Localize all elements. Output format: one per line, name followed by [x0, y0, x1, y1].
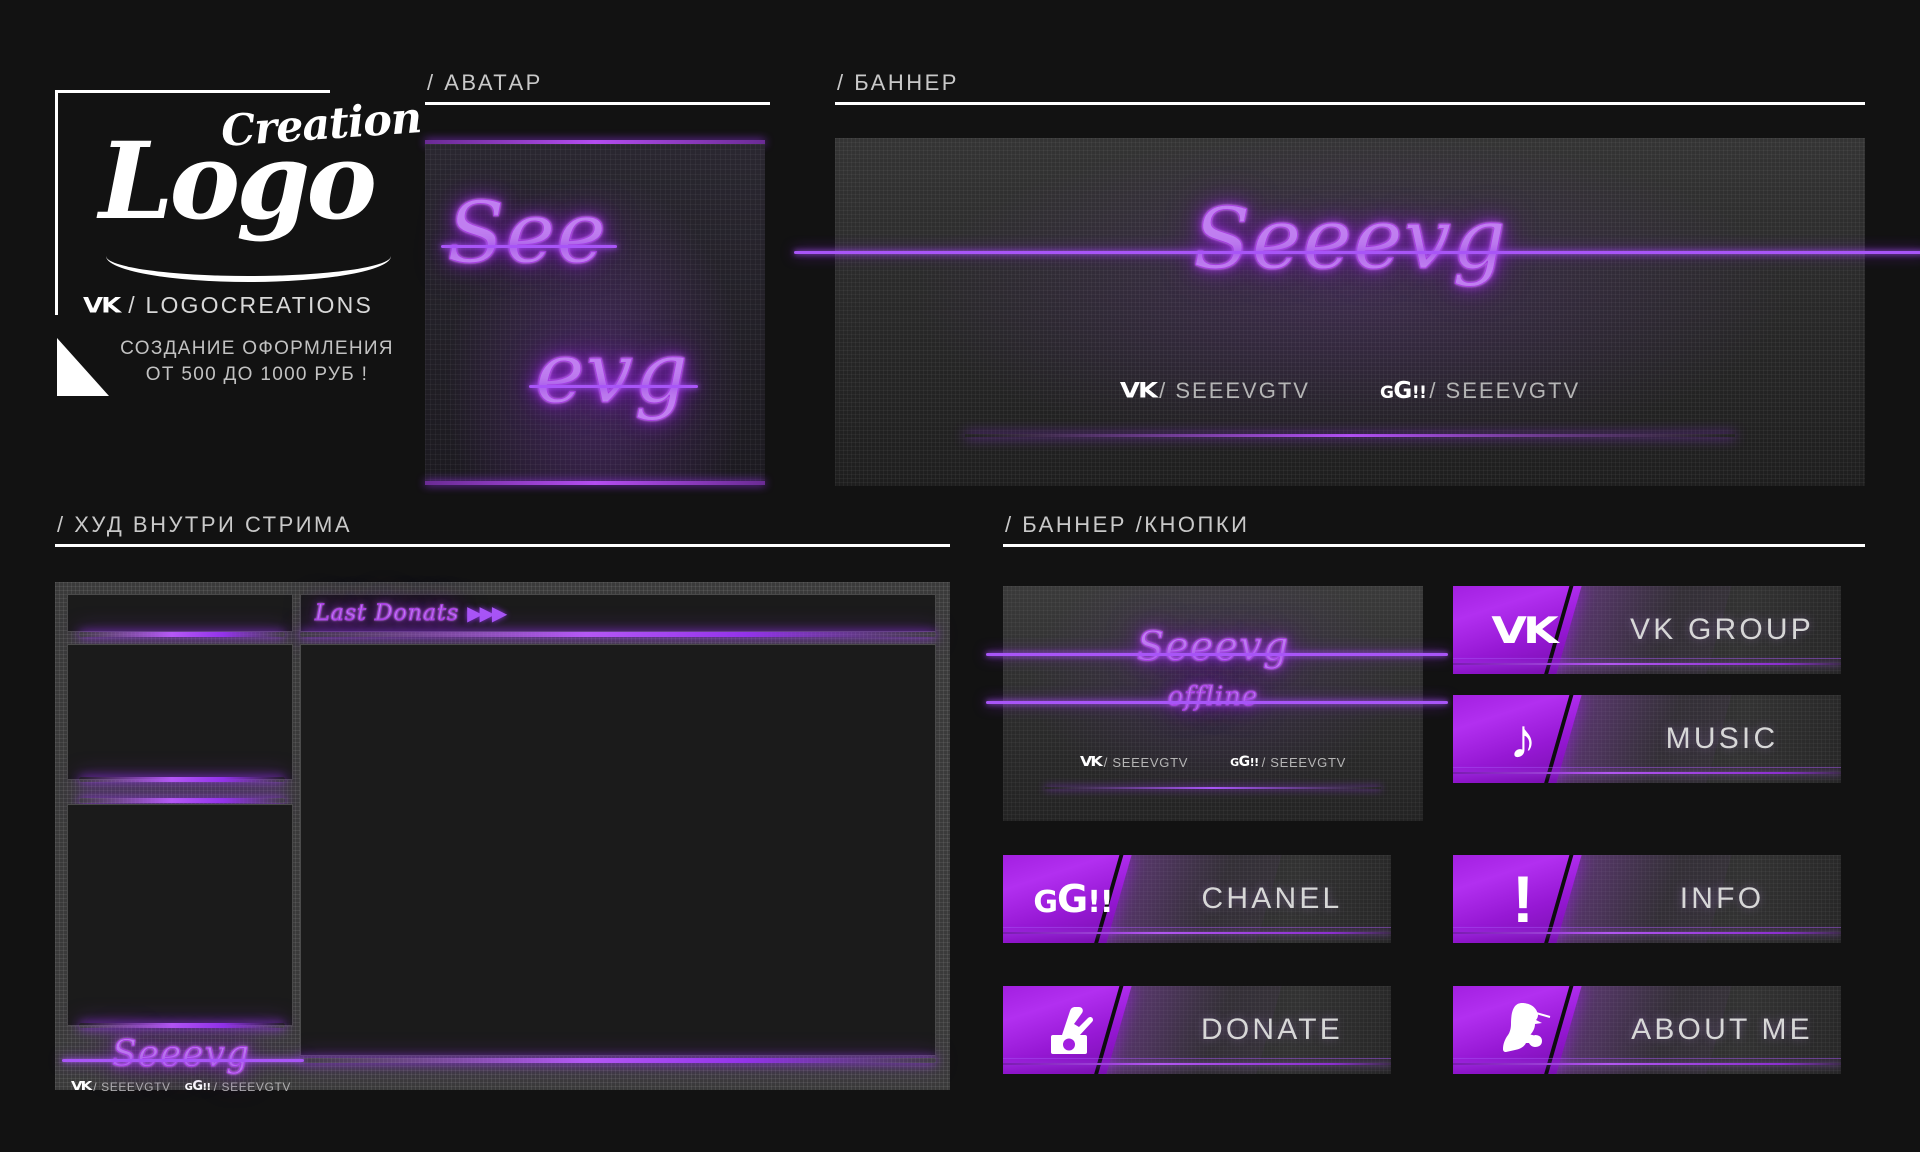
button-about-me[interactable]: ABOUT ME — [1453, 986, 1841, 1074]
button-vk-group[interactable]: VK VK GROUP — [1453, 586, 1841, 674]
section-rule-buttons — [1003, 544, 1865, 547]
offline-channel-name: Seeevg — [986, 624, 1449, 671]
vk-icon: VK — [1080, 753, 1103, 770]
button-label-chanel: CHANEL — [1201, 882, 1343, 915]
hud-chat-top-glow — [79, 798, 285, 803]
button-edge-thin — [1453, 767, 1841, 768]
button-edge-glow — [1453, 663, 1841, 665]
hud-last-donats-title: Last Donats — [314, 601, 460, 627]
hud-webcam-glow — [79, 777, 285, 782]
banner-underglow — [965, 434, 1735, 437]
logo-wordmark: Creation Logo — [71, 93, 423, 298]
price-line-1: СОЗДАНИЕ ОФОРМЛЕНИЯ — [120, 338, 394, 359]
design-showcase-canvas: Creation Logo VK / LOGOCREATIONS СОЗДАНИ… — [0, 0, 1920, 1152]
hud-topleft-glow — [79, 632, 285, 637]
banner-social-links: VK / SEEEVGTV GG!! / SEEEVGTV — [835, 378, 1865, 404]
section-header-banner: / БАННЕР — [835, 70, 1865, 105]
gg-icon: GG!! — [1379, 378, 1427, 404]
button-edge-thin — [1453, 1058, 1841, 1059]
brand-triangle-mark — [57, 338, 109, 396]
hud-gameplay-box — [300, 644, 936, 1056]
banner-gg-link[interactable]: GG!! / SEEEVGTV — [1380, 378, 1580, 404]
button-label-donate: DONATE — [1201, 1013, 1343, 1046]
avatar-name-line-2: evg — [528, 324, 699, 423]
button-edge-glow — [1453, 932, 1841, 934]
brand-vk-line: VK / LOGOCREATIONS — [83, 292, 373, 319]
hud-vk-link[interactable]: VK / SEEEVGTV — [71, 1079, 171, 1094]
section-label-buttons: / БАННЕР /КНОПКИ — [1005, 512, 1250, 537]
button-label-music: MUSIC — [1665, 722, 1779, 755]
avatar-preview: See evg — [425, 140, 765, 485]
offline-vk-handle: / SEEEVGTV — [1103, 754, 1189, 770]
section-label-hud: / ХУД ВНУТРИ СТРИМА — [57, 512, 353, 537]
button-edge-glow — [1453, 1063, 1841, 1065]
brand-price-text: СОЗДАНИЕ ОФОРМЛЕНИЯ ОТ 500 ДО 1000 РУБ ! — [117, 336, 397, 388]
banner-vk-link[interactable]: VK / SEEEVGTV — [1120, 378, 1310, 404]
hud-signature-links: VK / SEEEVGTV GG!! / SEEEVGTV — [71, 1079, 291, 1094]
hud-chat-bottom-glow — [79, 1023, 285, 1028]
hud-last-donats-bar: Last Donats ▶▶▶ — [300, 594, 936, 632]
avatar-inner-surface: See evg — [425, 144, 765, 481]
hud-vk-handle: / SEEEVGTV — [93, 1079, 171, 1094]
section-rule-avatar — [425, 102, 770, 105]
button-edge-glow — [1453, 772, 1841, 774]
fast-forward-icon: ▶▶▶ — [467, 603, 507, 625]
vk-icon: VK — [1119, 378, 1158, 404]
avatar-name-line-1: See — [440, 184, 617, 283]
section-header-hud: / ХУД ВНУТРИ СТРИМА — [55, 512, 950, 547]
section-rule-hud — [55, 544, 950, 547]
gg-icon: GG!! — [1230, 754, 1259, 770]
offline-underglow — [1045, 787, 1381, 789]
vk-icon: VK — [83, 293, 121, 318]
offline-social-links: VK / SEEEVGTV GG!! / SEEEVGTV — [1003, 754, 1423, 770]
button-edge-thin — [1003, 1058, 1391, 1059]
banner-preview: Seeevg VK / SEEEVGTV GG!! / SEEEVGTV — [793, 138, 1920, 486]
hud-topleft-box — [67, 594, 293, 632]
button-edge-glow — [1003, 1063, 1391, 1065]
logo-swoosh-underline — [106, 256, 391, 282]
brand-logo-block: Creation Logo VK / LOGOCREATIONS СОЗДАНИ… — [55, 80, 423, 410]
section-rule-banner — [835, 102, 1865, 105]
section-label-avatar: / АВАТАР — [427, 70, 543, 95]
button-edge-glow — [1003, 932, 1391, 934]
hud-last-donats-title-wrap: Last Donats ▶▶▶ — [314, 601, 507, 627]
offline-vk-link[interactable]: VK / SEEEVGTV — [1080, 754, 1188, 770]
hud-donats-glow — [300, 632, 936, 637]
button-label-about-me: ABOUT ME — [1631, 1013, 1813, 1046]
section-header-buttons: / БАННЕР /КНОПКИ — [1003, 512, 1865, 547]
offline-gg-handle: / SEEEVGTV — [1261, 754, 1346, 770]
offline-banner-preview: Seeevg offline VK / SEEEVGTV GG!! / SEEE… — [986, 586, 1449, 821]
button-edge-thin — [1453, 927, 1841, 928]
avatar-bottom-glow-bar — [425, 481, 765, 485]
button-music[interactable]: ♪ MUSIC — [1453, 695, 1841, 783]
hud-signature: Seeevg VK / SEEEVGTV GG!! / SEEEVGTV — [62, 1034, 305, 1094]
button-info[interactable]: ! INFO — [1453, 855, 1841, 943]
section-header-avatar: / АВАТАР — [425, 70, 770, 105]
hud-gg-handle: / SEEEVGTV — [213, 1079, 291, 1094]
banner-channel-name: Seeevg — [793, 190, 1920, 289]
button-label-info: INFO — [1679, 882, 1765, 915]
button-label-vk-group: VK GROUP — [1630, 613, 1814, 646]
button-edge-thin — [1003, 927, 1391, 928]
hud-webcam-box — [67, 644, 293, 780]
gg-icon: GG!! — [184, 1079, 212, 1094]
logo-logo-script: Logo — [99, 118, 377, 243]
vk-icon: VK — [71, 1078, 92, 1094]
hud-chat-box — [67, 804, 293, 1026]
section-label-banner: / БАННЕР — [837, 70, 959, 95]
button-chanel[interactable]: GG!! CHANEL — [1003, 855, 1391, 943]
stream-hud-preview: Last Donats ▶▶▶ Seeevg VK / SEEEVGTV GG!… — [55, 582, 950, 1094]
brand-vk-handle: / LOGOCREATIONS — [128, 292, 373, 318]
offline-gg-link[interactable]: GG!! / SEEEVGTV — [1230, 754, 1346, 770]
hud-gameplay-bottom-glow — [300, 1058, 936, 1063]
hud-signature-name: Seeevg — [62, 1034, 305, 1076]
button-donate[interactable]: DONATE — [1003, 986, 1391, 1074]
button-edge-thin — [1453, 658, 1841, 659]
banner-vk-handle: / SEEEVGTV — [1159, 378, 1310, 403]
price-line-2: ОТ 500 ДО 1000 РУБ ! — [145, 364, 369, 386]
banner-gg-handle: / SEEEVGTV — [1429, 378, 1581, 403]
hud-gg-link[interactable]: GG!! / SEEEVGTV — [185, 1079, 291, 1094]
offline-status-text: offline — [986, 682, 1449, 713]
